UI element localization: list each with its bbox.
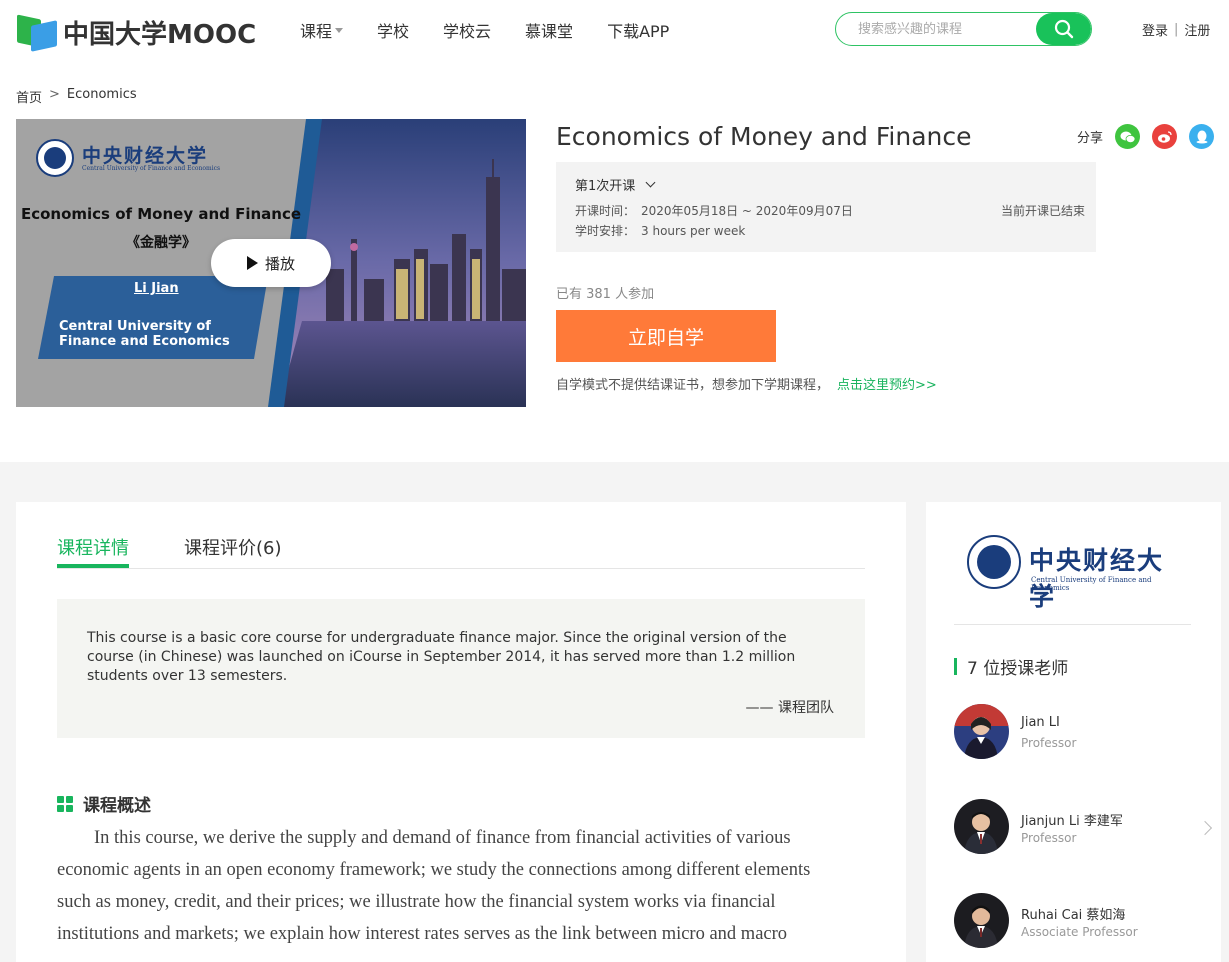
tab-course-reviews[interactable]: 课程评价(6) bbox=[184, 534, 282, 560]
nav-schools-label: 学校 bbox=[377, 22, 410, 41]
wechat-icon[interactable] bbox=[1115, 124, 1141, 149]
term-schedule: 开课时间： 2020年05月18日 ~ 2020年09月07日 bbox=[575, 202, 853, 219]
term-selector[interactable]: 第1次开课 bbox=[575, 175, 656, 194]
search-box bbox=[835, 12, 1092, 46]
nav-schools[interactable]: 学校 bbox=[377, 18, 409, 42]
overview-text: In this course, we derive the supply and… bbox=[57, 828, 811, 944]
self-study-button[interactable]: 立即自学 bbox=[556, 310, 776, 362]
breadcrumb: 首页 > Economics bbox=[16, 87, 137, 106]
avatar bbox=[954, 704, 1009, 759]
heading-accent-bar bbox=[954, 658, 957, 675]
quote-author: —— 课程团队 bbox=[745, 700, 834, 716]
nav-mooc-classroom-label: 慕课堂 bbox=[525, 22, 574, 41]
teacher-card[interactable]: Jian LI Professor bbox=[954, 704, 1194, 760]
auth-links: 登录 | 注册 bbox=[1142, 20, 1210, 39]
hours-value: 3 hours per week bbox=[641, 224, 746, 238]
chevron-down-icon bbox=[645, 177, 656, 188]
weibo-icon[interactable] bbox=[1152, 124, 1178, 149]
course-cover-video[interactable]: 中央财经大学 Central University of Finance and… bbox=[16, 119, 526, 407]
note-text: 自学模式不提供结课证书，想参加下学期课程， bbox=[556, 378, 830, 393]
tab-course-details[interactable]: 课程详情 bbox=[57, 534, 129, 560]
search-button[interactable] bbox=[1036, 13, 1091, 45]
search-input[interactable] bbox=[836, 13, 1041, 45]
university-seal-icon bbox=[36, 139, 74, 177]
schedule-value: 2020年05月18日 ~ 2020年09月07日 bbox=[641, 204, 853, 218]
cover-author: Li Jian bbox=[134, 281, 179, 296]
logo-text: 中国大学MOOC bbox=[63, 20, 257, 50]
cover-title: Economics of Money and Finance bbox=[20, 205, 302, 223]
nav-mooc-classroom[interactable]: 慕课堂 bbox=[525, 18, 573, 42]
teacher-card[interactable]: Jianjun Li 李建军 Professor bbox=[954, 799, 1194, 855]
register-link[interactable]: 注册 bbox=[1184, 20, 1210, 39]
auth-separator: | bbox=[1174, 22, 1179, 37]
hours-label: 学时安排： bbox=[575, 224, 636, 238]
term-info-box: 第1次开课 开课时间： 2020年05月18日 ~ 2020年09月07日 学时安… bbox=[556, 162, 1096, 252]
teacher-card[interactable]: Ruhai Cai 蔡如海 Associate Professor bbox=[954, 893, 1194, 949]
share-label: 分享 bbox=[1077, 131, 1104, 146]
nav-courses[interactable]: 课程 bbox=[300, 18, 344, 42]
teacher-name: Ruhai Cai 蔡如海 bbox=[1021, 908, 1126, 923]
grid-icon bbox=[57, 795, 73, 812]
cover-university-name: 中央财经大学 bbox=[82, 145, 209, 167]
nav-download-app-label: 下载APP bbox=[607, 22, 670, 41]
enrolled-count: 已有 381 人参加 bbox=[556, 287, 655, 302]
breadcrumb-home[interactable]: 首页 bbox=[16, 87, 42, 106]
play-icon bbox=[246, 256, 258, 270]
avatar bbox=[954, 893, 1009, 948]
nav-download-app[interactable]: 下载APP bbox=[607, 18, 669, 42]
school-sidebar: 中央财经大学 Central University of Finance and… bbox=[926, 502, 1221, 962]
cover-institution: Central University of Finance and Econom… bbox=[59, 319, 230, 349]
caret-down-icon bbox=[335, 27, 344, 33]
qq-icon[interactable] bbox=[1189, 124, 1215, 149]
divider bbox=[954, 624, 1191, 625]
nav-courses-label: 课程 bbox=[300, 22, 333, 41]
team-quote: This course is a basic core course for u… bbox=[57, 599, 865, 738]
play-label: 播放 bbox=[264, 254, 295, 273]
search-icon bbox=[1054, 19, 1073, 39]
overview-heading: 课程概述 bbox=[57, 791, 151, 816]
teachers-heading-text: 7 位授课老师 bbox=[967, 659, 1069, 679]
reserve-link[interactable]: 点击这里预约>> bbox=[837, 374, 937, 393]
logo-icon bbox=[17, 13, 57, 52]
term-hours: 学时安排： 3 hours per week bbox=[575, 222, 745, 239]
teacher-role: Professor bbox=[1021, 736, 1077, 750]
teacher-name: Jianjun Li 李建军 bbox=[1021, 814, 1123, 829]
school-name-en: Central University of Finance and Econom… bbox=[1031, 576, 1152, 592]
quote-text: This course is a basic core course for u… bbox=[87, 630, 796, 684]
avatar bbox=[954, 799, 1009, 854]
main-nav: 课程 学校 学校云 慕课堂 下载APP bbox=[300, 18, 703, 42]
term-label: 第1次开课 bbox=[575, 179, 636, 194]
chevron-right-icon[interactable] bbox=[1197, 820, 1213, 836]
nav-school-cloud-label: 学校云 bbox=[443, 22, 492, 41]
active-tab-indicator bbox=[57, 564, 129, 568]
school-logo[interactable]: 中央财经大学 Central University of Finance and… bbox=[967, 535, 1177, 611]
course-detail-panel: 课程详情 课程评价(6) This course is a basic core… bbox=[16, 502, 906, 962]
self-study-note: 自学模式不提供结课证书，想参加下学期课程， 点击这里预约>> bbox=[556, 374, 937, 393]
share-bar: 分享 bbox=[1077, 124, 1215, 149]
overview-heading-text: 课程概述 bbox=[83, 796, 151, 816]
course-title: Economics of Money and Finance bbox=[556, 122, 972, 151]
detail-tabs: 课程详情 课程评价(6) bbox=[57, 502, 865, 569]
header: 中国大学MOOC 课程 学校 学校云 慕课堂 下载APP 登录 | 注册 bbox=[0, 0, 1229, 58]
teacher-role: Associate Professor bbox=[1021, 925, 1138, 939]
breadcrumb-current[interactable]: Economics bbox=[67, 87, 137, 106]
nav-school-cloud[interactable]: 学校云 bbox=[443, 18, 491, 42]
teacher-name: Jian LI bbox=[1021, 715, 1060, 730]
site-logo[interactable]: 中国大学MOOC bbox=[17, 13, 257, 52]
login-link[interactable]: 登录 bbox=[1142, 20, 1168, 39]
term-status: 当前开课已结束 bbox=[1000, 204, 1085, 218]
university-emblem-icon bbox=[967, 535, 1021, 589]
schedule-label: 开课时间： bbox=[575, 204, 636, 218]
teachers-heading: 7 位授课老师 bbox=[954, 654, 1068, 679]
teacher-role: Professor bbox=[1021, 831, 1077, 845]
breadcrumb-separator: > bbox=[49, 87, 60, 102]
play-button[interactable]: 播放 bbox=[211, 239, 331, 287]
cover-university-en: Central University of Finance and Econom… bbox=[82, 165, 221, 172]
